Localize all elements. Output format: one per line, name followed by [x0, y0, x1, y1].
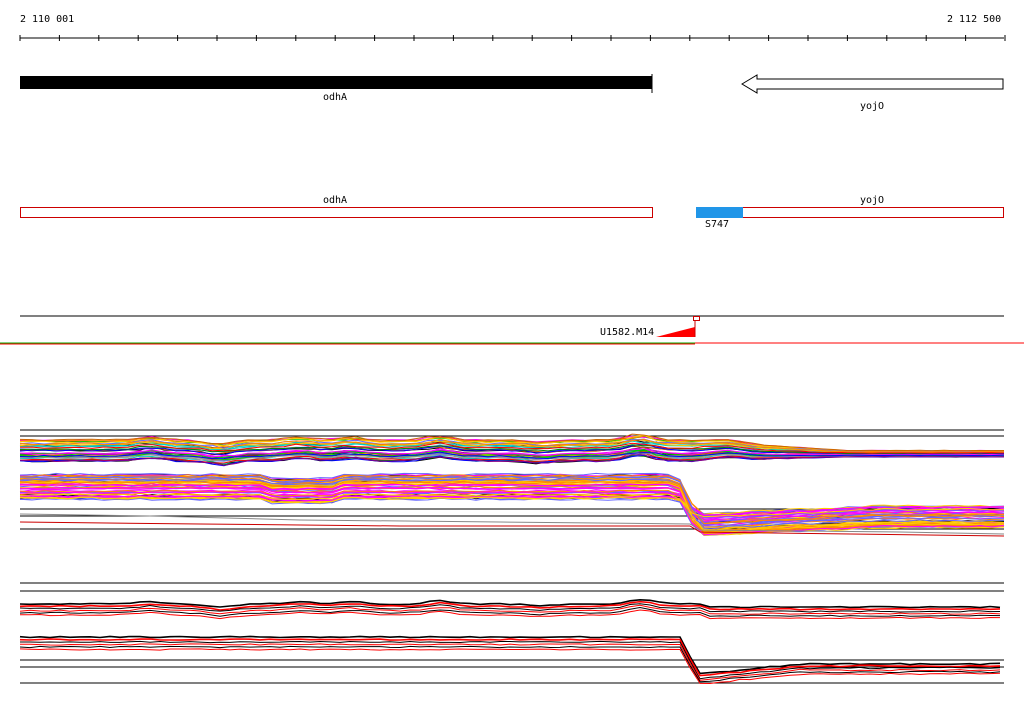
segment-track — [20, 207, 1004, 218]
gene-odhA[interactable] — [20, 76, 652, 89]
probe-track — [0, 315, 1024, 345]
feature-S747[interactable] — [696, 207, 743, 218]
panel1-upper-series — [19, 433, 1005, 467]
probe-marker-box[interactable] — [693, 316, 700, 321]
expression-panel-2 — [19, 582, 1004, 685]
tracks-canvas — [0, 35, 1024, 685]
expression-panel-1 — [19, 429, 1005, 537]
segment-odhA[interactable] — [20, 207, 653, 218]
probe-triangle[interactable] — [656, 327, 695, 337]
position-ruler — [19, 35, 1006, 41]
gene-yojO-arrow[interactable] — [741, 74, 1004, 94]
genome-browser-view: 2 110 001 2 112 500 odhA yojO odhA yojO … — [0, 0, 1024, 714]
gene-track — [20, 74, 1004, 94]
panel2-upper-series — [19, 598, 1001, 620]
panel1-lower-series — [19, 472, 1005, 537]
